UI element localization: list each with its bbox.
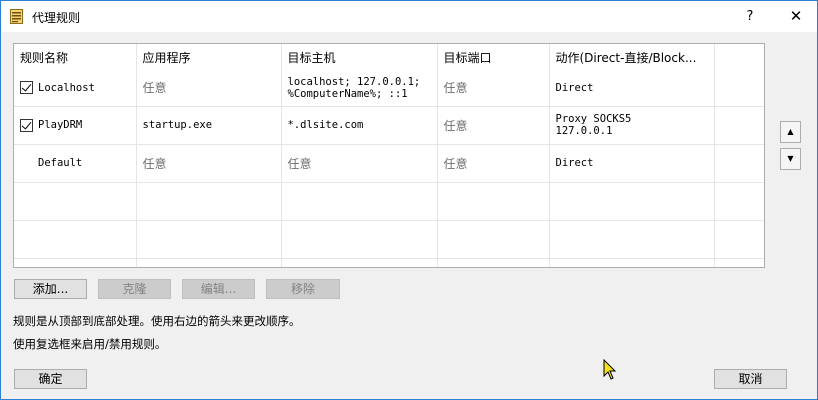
rule-enabled-checkbox[interactable] [20, 81, 33, 95]
close-button[interactable]: ✕ [777, 1, 815, 32]
empty-row [14, 258, 764, 267]
arrow-up-icon: ▲ [787, 127, 794, 136]
rule-application: 任意 [136, 144, 282, 183]
column-header-rule-name[interactable]: 规则名称 [14, 44, 137, 70]
edit-button[interactable]: 编辑... [182, 279, 255, 299]
empty-row [14, 182, 764, 221]
filler-cell [714, 106, 764, 145]
rule-target-port: 任意 [437, 106, 550, 145]
empty-row [14, 220, 764, 259]
rule-target-host: localhost; 127.0.0.1; %ComputerName%; ::1 [281, 70, 438, 107]
column-header-filler [714, 44, 764, 70]
table-row[interactable]: Localhost 任意 localhost; 127.0.0.1; %Compu… [14, 70, 764, 107]
filler-cell [714, 144, 764, 183]
table-header: 规则名称 应用程序 目标主机 目标端口 动作(Direct-直接/Block..… [14, 44, 764, 70]
info-processing-order: 规则是从顶部到底部处理。使用右边的箭头来更改顺序。 [13, 314, 301, 328]
rule-name: PlayDRM [38, 119, 83, 131]
column-header-application[interactable]: 应用程序 [136, 44, 282, 70]
rule-target-port: 任意 [437, 70, 550, 107]
host-line: %ComputerName%; ::1 [287, 87, 408, 100]
table-row[interactable]: Default 任意 任意 任意 Direct [14, 144, 764, 183]
rule-name: Localhost [38, 81, 95, 94]
mouse-cursor-icon [603, 359, 617, 380]
rule-action: Direct [549, 144, 715, 183]
action-line: Direct [555, 81, 594, 94]
action-line: Proxy SOCKS5 [555, 113, 632, 125]
add-button[interactable]: 添加... [14, 279, 87, 299]
rule-action: Proxy SOCKS5 127.0.0.1 [549, 106, 715, 145]
arrow-down-icon: ▼ [787, 154, 794, 163]
proxy-rules-dialog: 代理规则 ? ✕ 规则名称 应用程序 目标主机 目标端口 动作(Direct-直… [0, 0, 818, 400]
move-up-button[interactable]: ▲ [780, 121, 801, 143]
table-row[interactable]: PlayDRM startup.exe *.dlsite.com 任意 Prox… [14, 106, 764, 145]
help-button[interactable]: ? [731, 1, 769, 32]
ok-button[interactable]: 确定 [14, 369, 87, 389]
clone-button[interactable]: 克隆 [98, 279, 171, 299]
column-header-action[interactable]: 动作(Direct-直接/Block... [549, 44, 715, 70]
rules-table[interactable]: 规则名称 应用程序 目标主机 目标端口 动作(Direct-直接/Block..… [13, 43, 765, 268]
action-line: 127.0.0.1 [555, 125, 613, 137]
cancel-button[interactable]: 取消 [714, 369, 787, 389]
rule-application: startup.exe [136, 106, 282, 145]
remove-button[interactable]: 移除 [266, 279, 340, 299]
window-title: 代理规则 [32, 11, 81, 25]
column-header-target-host[interactable]: 目标主机 [281, 44, 438, 70]
rule-enabled-checkbox[interactable] [20, 118, 33, 132]
rule-target-port: 任意 [437, 144, 550, 183]
rule-application: 任意 [136, 70, 282, 107]
rule-target-host: 任意 [281, 144, 438, 183]
filler-cell [714, 70, 764, 107]
rule-name: Default [38, 157, 83, 169]
rule-target-host: *.dlsite.com [281, 106, 438, 145]
app-icon [10, 9, 23, 24]
move-down-button[interactable]: ▼ [780, 148, 801, 170]
title-bar: 代理规则 ? ✕ [1, 1, 817, 32]
host-line: localhost; 127.0.0.1; [287, 75, 421, 88]
info-checkbox-usage: 使用复选框来启用/禁用规则。 [13, 337, 167, 351]
rule-action: Direct [549, 70, 715, 107]
column-header-target-port[interactable]: 目标端口 [437, 44, 550, 70]
